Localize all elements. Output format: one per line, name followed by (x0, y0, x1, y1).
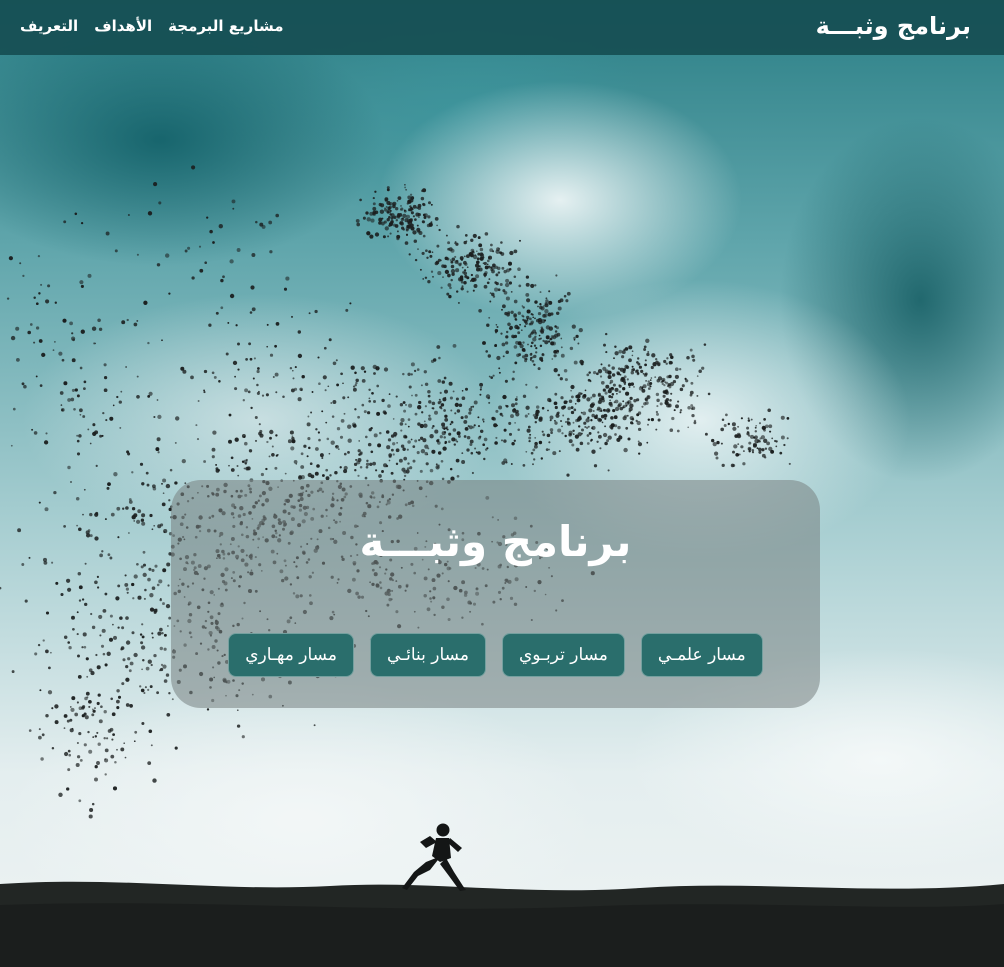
nav-links: التعريف الأهداف مشاريع البرمجة (20, 14, 284, 38)
track-button-skills[interactable]: مسار مهـاري (228, 633, 354, 677)
page: برنامج وثبـــة التعريف الأهداف مشاريع ال… (0, 0, 1004, 967)
nav-link-goals[interactable]: الأهداف (94, 14, 152, 38)
track-button-educational[interactable]: مسار تربـوي (501, 633, 625, 677)
hero-title: برنامج وثبـــة (359, 517, 632, 566)
track-buttons: مسار علمـي مسار تربـوي مسار بنائـي مسار … (203, 633, 788, 677)
hero-card: برنامج وثبـــة مسار علمـي مسار تربـوي مس… (171, 480, 820, 708)
top-navbar: برنامج وثبـــة التعريف الأهداف مشاريع ال… (0, 0, 1004, 55)
nav-link-definition[interactable]: التعريف (20, 14, 78, 38)
track-button-scientific[interactable]: مسار علمـي (640, 633, 763, 677)
track-button-constructive[interactable]: مسار بنائـي (369, 633, 486, 677)
nav-link-programming-projects[interactable]: مشاريع البرمجة (168, 14, 283, 38)
brand-logo-text[interactable]: برنامج وثبـــة (816, 8, 971, 44)
